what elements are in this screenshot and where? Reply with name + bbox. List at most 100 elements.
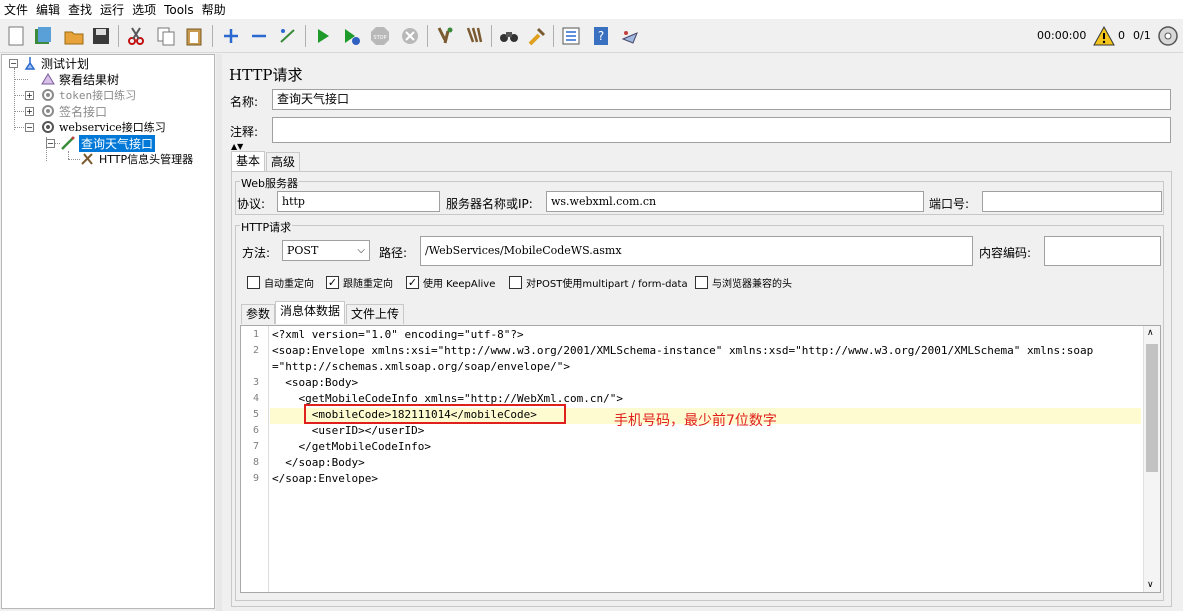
expand-toggle[interactable]: +: [25, 91, 34, 100]
path-field[interactable]: /WebServices/MobileCodeWS.asmx: [420, 236, 973, 266]
menu-edit[interactable]: 编辑: [36, 1, 60, 18]
name-field[interactable]: 查询天气接口: [272, 89, 1171, 110]
toggle-icon[interactable]: [276, 24, 300, 48]
reset-search-icon[interactable]: [525, 24, 549, 48]
checkbox-auto-redirect[interactable]: 自动重定向: [247, 275, 314, 290]
scroll-up-icon[interactable]: ∧: [1147, 328, 1154, 338]
collapse-icon[interactable]: [247, 24, 271, 48]
collapse-toggle[interactable]: −: [46, 139, 55, 148]
port-label: 端口号:: [929, 197, 970, 211]
code-line: <userID></userID>: [272, 424, 425, 437]
copy-icon[interactable]: [154, 24, 178, 48]
collapse-toggle[interactable]: −: [9, 59, 18, 68]
save-icon[interactable]: [89, 24, 113, 48]
menu-options[interactable]: 选项: [132, 1, 156, 18]
menu-run[interactable]: 运行: [100, 1, 124, 18]
checkbox-keepalive[interactable]: ✓ 使用 KeepAlive: [406, 275, 495, 290]
toolbar-separator: [305, 25, 306, 47]
tree-item-token[interactable]: token接口练习: [40, 87, 136, 103]
tree-item-results-tree[interactable]: 察看结果树: [40, 71, 119, 87]
warning-count: 0: [1118, 29, 1125, 42]
menu-search[interactable]: 查找: [68, 1, 92, 18]
tree-label: 察看结果树: [59, 72, 120, 87]
test-plan-tree[interactable]: − 测试计划 察看结果树 + token接口练习 + 签名接口 − webser…: [1, 54, 215, 609]
tab-basic[interactable]: 基本: [231, 151, 266, 171]
menu-tools[interactable]: Tools: [164, 3, 194, 17]
menubar: 文件 编辑 查找 运行 选项 Tools 帮助: [0, 0, 1183, 19]
tab-file-upload[interactable]: 文件上传: [346, 304, 405, 324]
path-label: 路径:: [379, 246, 408, 260]
shutdown-icon[interactable]: [398, 24, 422, 48]
protocol-field[interactable]: http: [277, 191, 440, 212]
tree-item-test-plan[interactable]: 测试计划: [22, 55, 89, 71]
start-no-pause-icon[interactable]: [339, 24, 363, 48]
paste-icon[interactable]: [182, 24, 206, 48]
tree-label: 签名接口: [59, 104, 108, 119]
config-tool-icon: [80, 151, 96, 167]
encoding-field[interactable]: [1044, 236, 1161, 266]
vertical-scrollbar[interactable]: ∧ ∨: [1143, 326, 1160, 592]
web-server-title: Web服务器: [240, 175, 299, 191]
toolbar-separator: [212, 25, 213, 47]
tree-item-header-manager[interactable]: HTTP信息头管理器: [80, 151, 193, 167]
tab-body-data[interactable]: 消息体数据: [275, 301, 346, 324]
line-number: 8: [252, 457, 259, 468]
cut-icon[interactable]: [124, 24, 148, 48]
function-helper-icon[interactable]: [559, 24, 583, 48]
menu-help[interactable]: 帮助: [202, 1, 226, 18]
code-line: <soap:Body>: [272, 376, 359, 389]
checkbox-label: 跟随重定向: [343, 279, 393, 290]
search-icon[interactable]: [497, 24, 521, 48]
code-line: </soap:Body>: [272, 456, 365, 469]
open-icon[interactable]: [62, 24, 86, 48]
checkbox-multipart[interactable]: 对POST使用multipart / form-data: [509, 275, 688, 290]
running-indicator-icon: [1156, 24, 1180, 48]
checkbox-label: 使用 KeepAlive: [423, 279, 496, 290]
svg-text:STOP: STOP: [373, 35, 386, 41]
tree-item-signature[interactable]: 签名接口: [40, 103, 107, 119]
toolbar-separator: [118, 25, 119, 47]
expand-toggle[interactable]: +: [25, 107, 34, 116]
clear-all-icon[interactable]: [463, 24, 487, 48]
code-line: </soap:Envelope>: [272, 472, 378, 485]
check-icon: ✓: [326, 276, 339, 289]
line-number: 4: [252, 393, 259, 404]
expand-icon[interactable]: [219, 24, 243, 48]
tab-advanced[interactable]: 高级: [266, 152, 301, 172]
tree-label: webservice接口练习: [59, 121, 166, 134]
checkbox-browser-headers[interactable]: 与浏览器兼容的头: [695, 275, 792, 290]
line-number: 2: [252, 345, 259, 356]
scrollbar-thumb[interactable]: [1146, 344, 1158, 472]
stop-icon[interactable]: STOP: [368, 24, 392, 48]
menu-file[interactable]: 文件: [4, 1, 28, 18]
help-icon[interactable]: ?: [589, 24, 613, 48]
port-field[interactable]: [982, 191, 1162, 212]
method-select[interactable]: POST ⌵: [282, 240, 370, 261]
splitter-arrows[interactable]: ▲▼: [231, 143, 251, 151]
comment-field[interactable]: [272, 117, 1171, 143]
encoding-label: 内容编码:: [979, 246, 1032, 260]
checkbox-box: [695, 276, 708, 289]
checkbox-label: 对POST使用multipart / form-data: [526, 279, 688, 290]
tree-item-weather[interactable]: 查询天气接口: [60, 134, 156, 152]
toolbar-separator: [427, 25, 428, 47]
clear-icon[interactable]: [433, 24, 457, 48]
warning-icon[interactable]: [1092, 24, 1116, 48]
method-value: POST: [287, 244, 319, 257]
tree-label: HTTP信息头管理器: [99, 153, 194, 166]
scroll-down-icon[interactable]: ∨: [1147, 580, 1154, 590]
new-icon[interactable]: [4, 24, 28, 48]
tree-item-webservice[interactable]: webservice接口练习: [40, 119, 166, 135]
code-line: <soap:Envelope xmlns:xsi="http://www.w3.…: [272, 344, 1094, 357]
templates-icon[interactable]: [31, 24, 55, 48]
remote-icon[interactable]: [618, 24, 642, 48]
start-icon[interactable]: [311, 24, 335, 48]
toolbar-separator: [491, 25, 492, 47]
body-data-editor[interactable]: 1 2 3 4 5 6 7 8 9 <?xml version="1.0" en…: [240, 325, 1161, 593]
checkbox-follow-redirect[interactable]: ✓ 跟随重定向: [326, 275, 393, 290]
http-request-title: HTTP请求: [240, 219, 293, 235]
collapse-toggle[interactable]: −: [25, 123, 34, 132]
tab-parameters[interactable]: 参数: [241, 304, 276, 324]
server-field[interactable]: ws.webxml.com.cn: [546, 191, 924, 212]
name-label: 名称:: [230, 95, 259, 109]
